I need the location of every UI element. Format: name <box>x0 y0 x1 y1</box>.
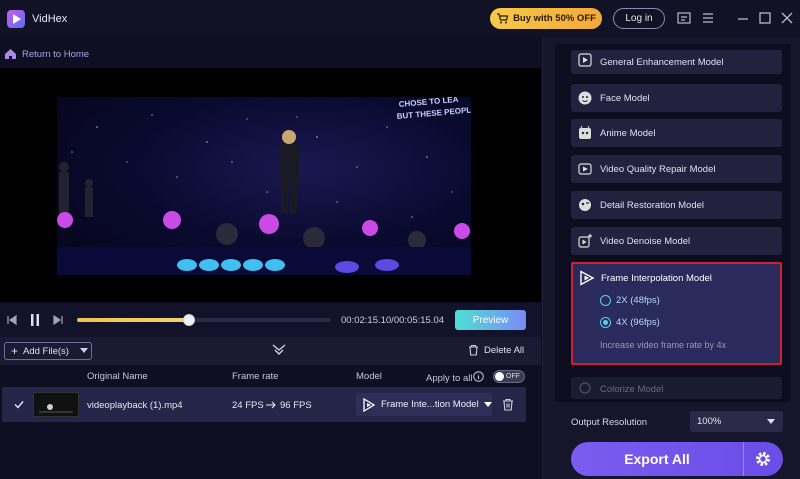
model-general-label: General Enhancement Model <box>600 57 724 68</box>
model-item-detail[interactable]: Detail Restoration Model <box>571 191 782 219</box>
output-resolution-label: Output Resolution <box>571 417 648 428</box>
chevron-down-icon <box>767 419 775 424</box>
detail-restoration-icon <box>579 199 591 211</box>
model-anime-label: Anime Model <box>600 127 656 139</box>
option-2x-label: 2X (48fps) <box>616 295 660 306</box>
vidhex-logo-icon <box>7 9 25 28</box>
video-frame[interactable]: CHOSE TO LEA BUT THESE PEOPLE S <box>57 97 471 275</box>
model-face-label: Face Model <box>600 92 650 104</box>
minimize-icon[interactable] <box>735 10 751 26</box>
general-model-icon <box>578 53 592 67</box>
delete-all-button[interactable]: Delete All <box>468 344 524 356</box>
radio-2x[interactable] <box>600 295 611 306</box>
model-item-anime[interactable]: Anime Model <box>571 119 782 147</box>
concert-scene-image: CHOSE TO LEA BUT THESE PEOPLE S <box>57 97 471 275</box>
interpolation-model-icon <box>363 397 376 412</box>
output-resolution-select[interactable]: 100% <box>690 411 783 432</box>
gear-icon <box>755 452 770 466</box>
fps-from: 24 FPS <box>232 400 264 411</box>
export-settings-button[interactable] <box>743 442 781 476</box>
progress-fill <box>77 318 189 322</box>
file-name: videoplayback (1).mp4 <box>87 400 183 411</box>
app-name: VidHex <box>32 12 68 25</box>
return-label: Return to Home <box>22 48 90 60</box>
interpolation-title: Frame Interpolation Model <box>601 273 712 284</box>
progress-bar[interactable] <box>77 314 331 326</box>
export-label: Export All <box>624 451 690 467</box>
anime-icon <box>579 125 591 139</box>
model-denoise-label: Video Denoise Model <box>600 235 691 247</box>
model-detail-label: Detail Restoration Model <box>600 199 705 211</box>
checkmark-icon[interactable] <box>14 400 24 409</box>
model-colorize-label: Colorize Model <box>600 384 664 395</box>
model-item-colorize[interactable]: Colorize Model <box>571 377 782 399</box>
trash-icon <box>469 344 478 356</box>
maximize-icon[interactable] <box>757 10 773 26</box>
buy-discount-button[interactable]: Buy with 50% OFF <box>490 8 602 29</box>
option-2x[interactable]: 2X (48fps) <box>600 295 660 306</box>
delete-all-label: Delete All <box>484 344 525 356</box>
arrow-right-icon <box>266 401 276 409</box>
column-model: Model <box>356 371 382 382</box>
time-readout: 00:02:15.10/00:05:15.04 <box>341 315 445 326</box>
file-row[interactable]: videoplayback (1).mp4 24 FPS 96 FPS Fram… <box>2 387 526 422</box>
model-item-quality-repair[interactable]: Video Quality Repair Model <box>571 155 782 183</box>
login-button[interactable]: Log in <box>613 8 665 29</box>
colorize-icon <box>579 382 591 394</box>
fps-to: 96 FPS <box>280 400 312 411</box>
column-original-name: Original Name <box>87 371 148 382</box>
feedback-icon[interactable] <box>676 10 692 26</box>
pause-icon[interactable] <box>29 313 41 327</box>
export-all-button[interactable]: Export All <box>571 442 783 476</box>
quality-repair-icon <box>578 163 592 175</box>
interpolation-icon <box>580 270 595 286</box>
video-thumbnail <box>33 392 79 417</box>
chevron-down-icon <box>483 401 492 407</box>
option-4x-label: 4X (96fps) <box>616 317 660 328</box>
return-home-link[interactable]: Return to Home <box>4 48 89 60</box>
row-delete-icon[interactable] <box>502 398 514 411</box>
face-icon <box>578 91 592 105</box>
model-item-denoise[interactable]: Video Denoise Model <box>571 227 782 255</box>
menu-icon[interactable] <box>700 10 716 26</box>
apply-all-toggle[interactable]: OFF <box>493 370 525 383</box>
cart-icon <box>497 13 509 24</box>
add-files-label: Add File(s) <box>23 345 69 357</box>
model-item-interpolation-selected[interactable]: Frame Interpolation Model 2X (48fps) 4X … <box>571 262 782 365</box>
close-icon[interactable] <box>779 10 795 26</box>
home-icon <box>5 49 16 59</box>
option-4x[interactable]: 4X (96fps) <box>600 317 660 328</box>
skip-forward-icon[interactable] <box>52 314 64 326</box>
buy-label: Buy with 50% OFF <box>513 13 596 24</box>
radio-4x[interactable] <box>600 317 611 328</box>
plus-icon: + <box>11 344 19 358</box>
preview-button[interactable]: Preview <box>455 310 526 330</box>
model-item-face[interactable]: Face Model <box>571 84 782 112</box>
progress-knob[interactable] <box>182 314 195 326</box>
denoise-icon <box>578 234 592 248</box>
chevron-down-icon <box>79 348 88 353</box>
row-model-label: Frame Inte...tion Model <box>381 399 479 410</box>
model-item-general[interactable]: General Enhancement Model <box>571 50 782 74</box>
skip-back-icon[interactable] <box>6 314 18 326</box>
collapse-chevron-icon[interactable] <box>272 344 286 356</box>
column-frame-rate: Frame rate <box>232 371 279 382</box>
apply-to-all-label: Apply to all <box>426 373 473 384</box>
model-quality-label: Video Quality Repair Model <box>600 163 716 175</box>
resolution-value: 100% <box>697 416 722 427</box>
info-icon[interactable] <box>473 371 484 382</box>
add-files-button[interactable]: + Add File(s) <box>4 342 92 360</box>
toggle-state-label: OFF <box>506 373 520 380</box>
interpolation-desc: Increase video frame rate by 4x <box>600 340 727 350</box>
row-model-select[interactable]: Frame Inte...tion Model <box>356 393 492 416</box>
